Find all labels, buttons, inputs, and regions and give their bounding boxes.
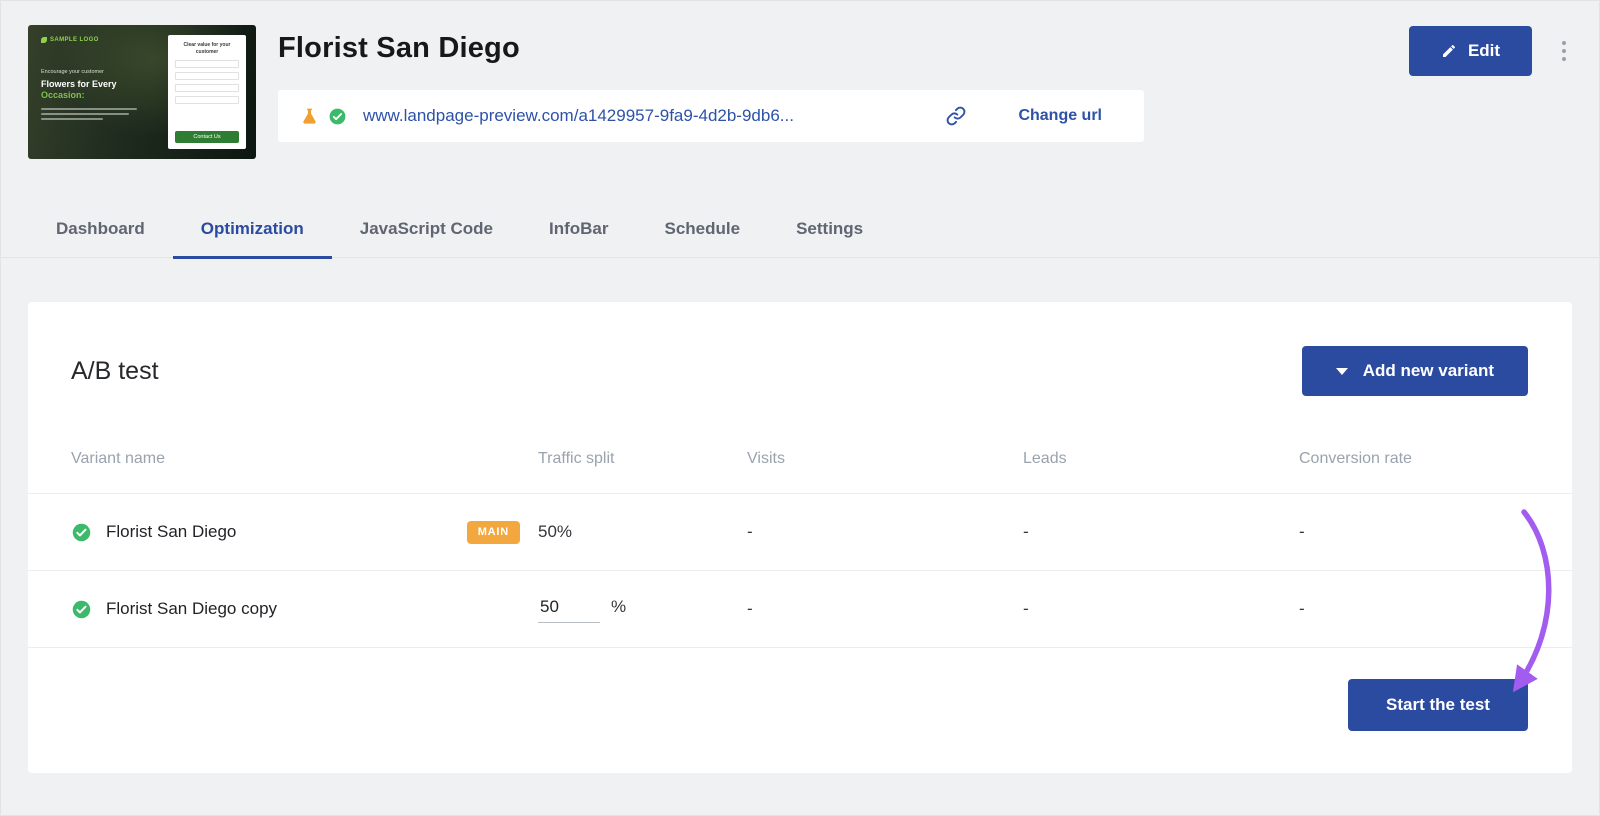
title-row: Florist San Diego Edit: [278, 25, 1572, 76]
traffic-split-value: 50%: [538, 522, 747, 542]
visits-value: -: [747, 522, 1023, 542]
conversion-rate-value: -: [1299, 522, 1528, 542]
thumbnail-logo: SAMPLE LOGO: [41, 37, 99, 43]
thumbnail-form: Clear value for your customer Contact Us: [168, 35, 246, 149]
tab-infobar[interactable]: InfoBar: [521, 219, 637, 259]
title-actions: Edit: [1409, 26, 1572, 76]
copy-link-icon[interactable]: [943, 103, 969, 129]
thumbnail-form-button: Contact Us: [175, 131, 239, 143]
thumbnail-copy: Encourage your customer Flowers for Ever…: [41, 69, 149, 123]
tab-settings[interactable]: Settings: [768, 219, 891, 259]
thumbnail-text-line: [41, 118, 103, 120]
column-conversion-rate: Conversion rate: [1299, 450, 1528, 468]
thumbnail-form-field: [175, 96, 239, 104]
change-url-link[interactable]: Change url: [1018, 107, 1102, 125]
edit-button[interactable]: Edit: [1409, 26, 1532, 76]
ab-test-card: A/B test Add new variant Variant name Tr…: [28, 302, 1572, 773]
column-visits: Visits: [747, 450, 1023, 468]
start-test-button[interactable]: Start the test: [1348, 679, 1528, 731]
variant-status-check-icon: [71, 599, 92, 620]
conversion-rate-value: -: [1299, 599, 1528, 619]
thumbnail-form-field: [175, 60, 239, 68]
pencil-icon: [1441, 43, 1457, 59]
thumbnail-headline-accent: Occasion:: [41, 90, 149, 101]
kebab-menu-button[interactable]: [1556, 35, 1572, 67]
traffic-split-cell: %: [538, 595, 747, 623]
chevron-down-icon: [1336, 368, 1348, 375]
add-new-variant-label: Add new variant: [1363, 361, 1494, 381]
variant-name: Florist San Diego: [106, 522, 236, 542]
tab-optimization[interactable]: Optimization: [173, 219, 332, 259]
thumbnail-logo-text: SAMPLE LOGO: [50, 37, 99, 43]
variant-name-cell: Florist San Diego MAIN: [71, 521, 538, 544]
edit-button-label: Edit: [1468, 41, 1500, 61]
thumbnail-form-title: Clear value for your customer: [175, 42, 239, 55]
tab-dashboard[interactable]: Dashboard: [28, 219, 173, 259]
table-row: Florist San Diego copy % - - -: [28, 571, 1572, 648]
ab-test-heading: A/B test: [71, 357, 159, 386]
table-row: Florist San Diego MAIN 50% - - -: [28, 494, 1572, 571]
page-title: Florist San Diego: [278, 32, 520, 65]
thumbnail-form-field: [175, 84, 239, 92]
column-variant-name: Variant name: [71, 450, 538, 468]
table-header: Variant name Traffic split Visits Leads …: [28, 396, 1572, 494]
flask-icon: [300, 107, 319, 126]
leads-value: -: [1023, 599, 1299, 619]
landing-page-thumbnail[interactable]: SAMPLE LOGO Encourage your customer Flow…: [28, 25, 256, 159]
tab-javascript-code[interactable]: JavaScript Code: [332, 219, 521, 259]
thumbnail-headline: Flowers for Every: [41, 79, 149, 90]
column-traffic-split: Traffic split: [538, 450, 747, 468]
traffic-split-input[interactable]: [538, 595, 600, 623]
column-leads: Leads: [1023, 450, 1299, 468]
card-header: A/B test Add new variant: [28, 302, 1572, 396]
thumbnail-text-line: [41, 113, 129, 115]
percent-suffix: %: [611, 597, 626, 617]
preview-url-link[interactable]: www.landpage-preview.com/a1429957-9fa9-4…: [363, 106, 794, 126]
leads-value: -: [1023, 522, 1299, 542]
thumbnail-form-field: [175, 72, 239, 80]
variant-name-cell: Florist San Diego copy: [71, 599, 538, 620]
header: SAMPLE LOGO Encourage your customer Flow…: [1, 1, 1599, 159]
thumbnail-text-line: [41, 108, 137, 110]
add-new-variant-button[interactable]: Add new variant: [1302, 346, 1528, 396]
visits-value: -: [747, 599, 1023, 619]
leaf-icon: [41, 37, 47, 43]
variant-name: Florist San Diego copy: [106, 599, 277, 619]
thumbnail-kicker: Encourage your customer: [41, 69, 149, 75]
tab-schedule[interactable]: Schedule: [636, 219, 768, 259]
url-bar: www.landpage-preview.com/a1429957-9fa9-4…: [278, 90, 1144, 142]
header-main: Florist San Diego Edit: [278, 25, 1572, 159]
card-footer: Start the test: [28, 648, 1572, 773]
variant-status-check-icon: [71, 522, 92, 543]
page: SAMPLE LOGO Encourage your customer Flow…: [0, 0, 1600, 816]
tab-bar: Dashboard Optimization JavaScript Code I…: [1, 159, 1599, 258]
main-badge: MAIN: [467, 521, 520, 544]
status-check-icon: [328, 107, 347, 126]
